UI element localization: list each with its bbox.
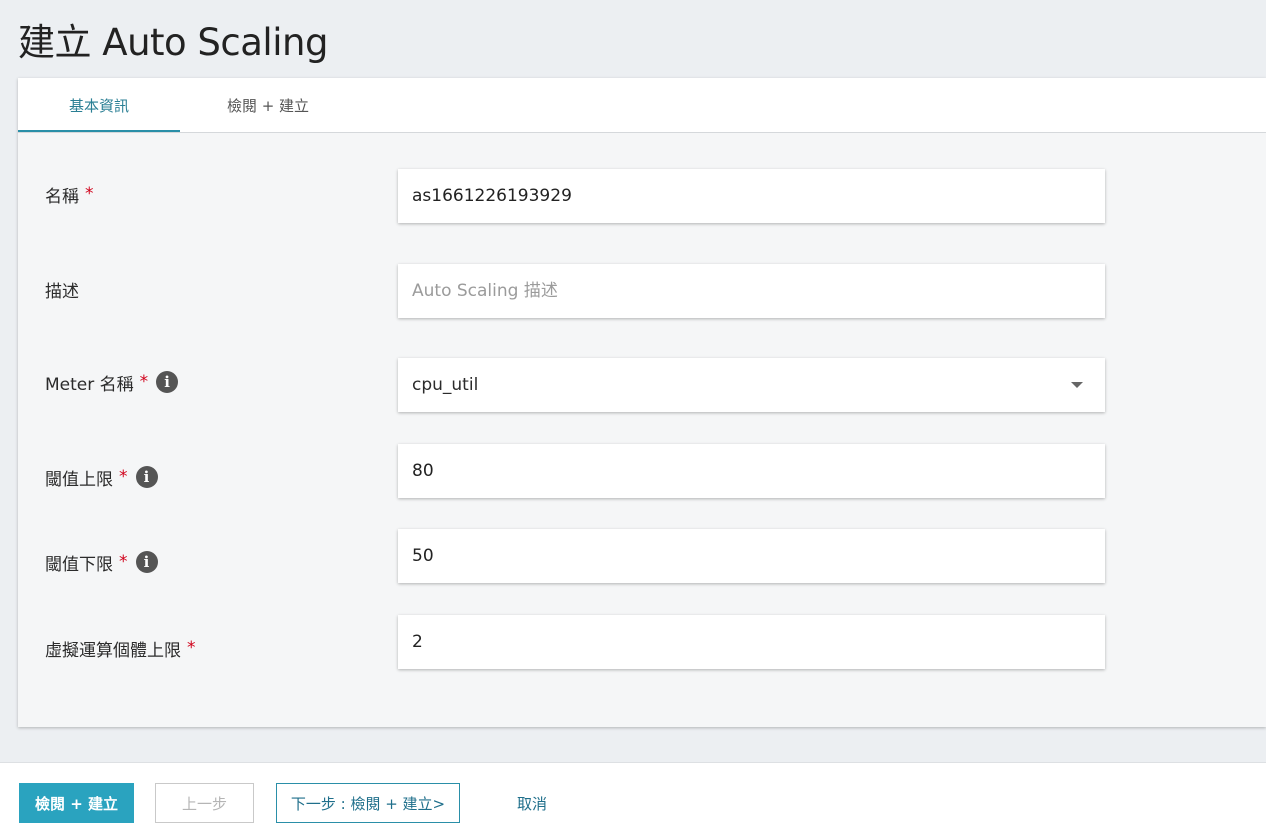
page-title: 建立 Auto Scaling [18,21,328,64]
info-icon[interactable]: i [156,371,179,393]
lower-threshold-label: 閾值下限 [45,554,113,575]
upper-threshold-label: 閾值上限 [45,469,113,490]
meter-label: Meter 名稱 [45,374,134,395]
name-label-row: 名稱 * [45,179,94,209]
form-card: 基本資訊 檢閱 + 建立 名稱 * 描述 Meter 名稱 * i cpu_ut… [18,78,1266,727]
max-instances-label: 虛擬運算個體上限 [45,640,181,661]
footer-bar: 檢閱 + 建立 上一步 下一步 : 檢閱 + 建立> 取消 [0,762,1266,839]
meter-select-value: cpu_util [412,375,479,395]
required-mark: * [139,372,149,392]
info-icon[interactable]: i [135,551,158,573]
name-input[interactable] [398,169,1105,223]
upper-threshold-label-row: 閾值上限 * i [45,462,158,492]
tab-basic-info[interactable]: 基本資訊 [18,78,180,132]
previous-button[interactable]: 上一步 [155,783,254,823]
max-instances-label-row: 虛擬運算個體上限 * [45,633,196,663]
upper-threshold-input[interactable] [398,444,1105,498]
lower-threshold-input[interactable] [398,529,1105,583]
required-mark: * [85,184,94,204]
next-button[interactable]: 下一步 : 檢閱 + 建立> [276,783,460,823]
info-icon[interactable]: i [135,466,158,488]
cancel-button[interactable]: 取消 [500,783,564,823]
required-mark: * [119,552,128,572]
required-mark: * [119,467,128,487]
description-label-row: 描述 [45,274,79,304]
description-input[interactable] [398,264,1105,318]
meter-select[interactable]: cpu_util [398,358,1105,412]
meter-label-row: Meter 名稱 * i [45,367,179,397]
tab-review-create[interactable]: 檢閱 + 建立 [198,78,338,132]
description-label: 描述 [45,281,79,302]
required-mark: * [187,638,196,658]
name-label: 名稱 [45,186,79,207]
chevron-down-icon [1071,382,1083,388]
max-instances-input[interactable] [398,615,1105,669]
review-create-button[interactable]: 檢閱 + 建立 [19,783,134,823]
lower-threshold-label-row: 閾值下限 * i [45,547,158,577]
tab-bar: 基本資訊 檢閱 + 建立 [18,78,1266,133]
